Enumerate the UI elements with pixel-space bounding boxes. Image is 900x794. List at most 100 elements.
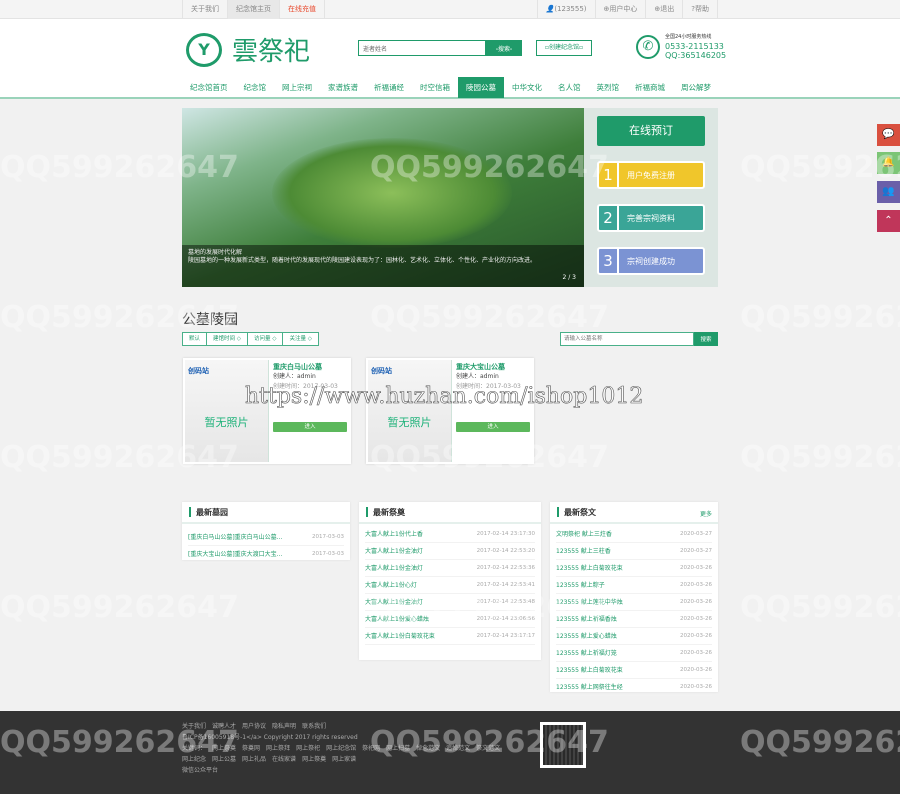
nav-item[interactable]: 祈福商城	[627, 77, 673, 98]
cemetery-title[interactable]: 重庆大宝山公墓	[456, 362, 530, 372]
cemetery-search-input[interactable]	[560, 332, 694, 346]
item-link[interactable]: 123555 献上白菊玫花束	[556, 560, 623, 576]
nav-item[interactable]: 网上宗祠	[274, 77, 320, 98]
list-item[interactable]: 大富人献上1份代上香 2017-02-14 23:17:30	[365, 526, 535, 543]
keyword-link[interactable]: 网上祭祀	[296, 745, 320, 752]
item-link[interactable]: 大富人献上1份金油灯	[365, 594, 423, 610]
sort-default[interactable]: 默认	[182, 332, 208, 346]
item-link[interactable]: 123555 献上祈福香烛	[556, 611, 617, 627]
sort-follows[interactable]: 关注量 ◇	[282, 332, 319, 346]
list-item[interactable]: 123555 献上祈福香烛 2020-03-26	[556, 611, 712, 628]
cemetery-card[interactable]: 创码站 暂无照片 重庆大宝山公墓 创建人：admin 创建时间：2017-03-03 进入	[366, 358, 534, 464]
nav-item[interactable]: 家谱族谱	[320, 77, 366, 98]
item-link[interactable]: 大富人献上1份金油灯	[365, 560, 423, 576]
nav-item[interactable]: 纪念馆首页	[182, 77, 236, 98]
logo[interactable]: Y 雲祭祀	[186, 31, 310, 68]
keyword-link[interactable]: 祭奠网	[242, 745, 260, 752]
nav-item[interactable]: 英烈馆	[589, 77, 628, 98]
keyword-link[interactable]: 网上扫墓	[386, 745, 410, 752]
footer-link[interactable]: 关于我们	[182, 723, 206, 730]
cemetery-title[interactable]: 重庆白马山公墓	[273, 362, 347, 372]
list-item[interactable]: 大富人献上1份心灯 2017-02-14 22:53:41	[365, 577, 535, 594]
qq-icon[interactable]: 🔔	[877, 152, 900, 174]
item-link[interactable]: 123555 献上三柱香	[556, 543, 611, 559]
keyword-link[interactable]: 祭文范文	[476, 745, 500, 752]
cemetery-search-button[interactable]: 搜索	[694, 332, 718, 346]
item-link[interactable]: 123555 献上白菊玫花束	[556, 662, 623, 678]
list-item[interactable]: 123555 献上祈福灯笼 2020-03-26	[556, 645, 712, 662]
user-link[interactable]: 👤(123555)	[536, 0, 596, 19]
item-link[interactable]: 123555 献上祈福灯笼	[556, 645, 617, 661]
back-to-top-icon[interactable]: ⌃	[877, 210, 900, 232]
cemetery-photo[interactable]: 创码站 暂无照片	[185, 360, 269, 462]
list-item[interactable]: 123555 献上爱心蜡烛 2020-03-26	[556, 628, 712, 645]
cemetery-photo[interactable]: 创码站 暂无照片	[368, 360, 452, 462]
sort-visits[interactable]: 访问量 ◇	[247, 332, 284, 346]
nav-item[interactable]: 名人馆	[550, 77, 589, 98]
keyword-link[interactable]: 网上纪念馆	[326, 745, 356, 752]
keyword-link[interactable]: 网上祭拜	[266, 745, 290, 752]
about-link[interactable]: 关于我们	[182, 0, 228, 19]
list-item[interactable]: 大富人献上1份金油灯 2017-02-14 22:53:48	[365, 594, 535, 611]
item-link[interactable]: 文明祭祀 献上三炷香	[556, 526, 612, 542]
enter-button[interactable]: 进入	[273, 422, 347, 432]
keyword-link[interactable]: 网上纪念	[182, 756, 206, 763]
nav-item[interactable]: 时空信箱	[412, 77, 458, 98]
item-link[interactable]: [重庆大宝山公墓]重庆大渡口大宝...	[188, 546, 282, 562]
help-link[interactable]: ?帮助	[683, 0, 718, 19]
footer-link[interactable]: 联系我们	[302, 723, 326, 730]
keyword-link[interactable]: 网上礼品	[242, 756, 266, 763]
keyword-link[interactable]: 网上公墓	[212, 756, 236, 763]
item-link[interactable]: 大富人献上1份心灯	[365, 577, 417, 593]
list-item[interactable]: [重庆白马山公墓]重庆白马山公墓... 2017-03-03	[188, 529, 344, 546]
item-link[interactable]: 大富人献上1份金油灯	[365, 543, 423, 559]
list-item[interactable]: 123555 献上三柱香 2020-03-27	[556, 543, 712, 560]
item-link[interactable]: [重庆白马山公墓]重庆白马山公墓...	[188, 529, 282, 545]
list-item[interactable]: 文明祭祀 献上三炷香 2020-03-27	[556, 526, 712, 543]
search-input[interactable]	[358, 40, 486, 56]
list-item[interactable]: 大富人献上1份金油灯 2017-02-14 22:53:36	[365, 560, 535, 577]
nav-item[interactable]: 陵园公墓	[458, 77, 504, 98]
sort-created[interactable]: 建馆时间 ◇	[206, 332, 248, 346]
enter-button[interactable]: 进入	[456, 422, 530, 432]
book-online-button[interactable]: 在线预订	[597, 116, 705, 146]
nav-item[interactable]: 祈福诵经	[366, 77, 412, 98]
footer-link[interactable]: 诚聘人才	[212, 723, 236, 730]
more-link[interactable]: 更多	[700, 509, 712, 518]
keyword-link[interactable]: 网上祭奠	[302, 756, 326, 763]
nav-item[interactable]: 中华文化	[504, 77, 550, 98]
list-item[interactable]: 大富人献上1份金油灯 2017-02-14 22:53:20	[365, 543, 535, 560]
nav-item[interactable]: 纪念馆	[236, 77, 275, 98]
item-link[interactable]: 大富人献上1份爱心蜡烛	[365, 611, 429, 627]
memorial-home-link[interactable]: 纪念馆主页	[228, 0, 280, 19]
keyword-link[interactable]: 网上家谱	[332, 756, 356, 763]
item-link[interactable]: 123555 献上网祭往生经	[556, 679, 623, 695]
footer-link[interactable]: 隐私声明	[272, 723, 296, 730]
item-link[interactable]: 大富人献上1份白菊玫花束	[365, 628, 435, 644]
recharge-link[interactable]: 在线充值	[280, 0, 325, 19]
item-link[interactable]: 123555 献上粽子	[556, 577, 605, 593]
create-memorial-button[interactable]: ▫创建纪念馆▫	[536, 40, 592, 56]
list-item[interactable]: 123555 献上粽子 2020-03-26	[556, 577, 712, 594]
chat-icon[interactable]: 💬	[877, 124, 900, 146]
keyword-link[interactable]: 悼念范文	[416, 745, 440, 752]
user-center-link[interactable]: ⊕用户中心	[596, 0, 647, 19]
item-link[interactable]: 123555 献上莲花中华烛	[556, 594, 623, 610]
list-item[interactable]: 123555 献上白菊玫花束 2020-03-26	[556, 662, 712, 679]
list-item[interactable]: 123555 献上莲花中华烛 2020-03-26	[556, 594, 712, 611]
banner-pager[interactable]: 2 / 3	[563, 274, 576, 281]
logout-link[interactable]: ⊕退出	[646, 0, 684, 19]
nav-item[interactable]: 周公解梦	[673, 77, 719, 98]
list-item[interactable]: 大富人献上1份白菊玫花束 2017-02-14 23:17:17	[365, 628, 535, 645]
footer-link[interactable]: 用户协议	[242, 723, 266, 730]
search-button[interactable]: ▫搜索▫	[486, 40, 522, 56]
list-item[interactable]: 大富人献上1份爱心蜡烛 2017-02-14 23:06:56	[365, 611, 535, 628]
keyword-link[interactable]: 祭祀网	[362, 745, 380, 752]
banner-slider[interactable]: 墓地的发展时代化解 陵园墓地的一种发展新式类型，随着时代的发展现代的陵园建设表现…	[182, 108, 584, 287]
users-icon[interactable]: 👥	[877, 181, 900, 203]
item-link[interactable]: 123555 献上爱心蜡烛	[556, 628, 617, 644]
item-link[interactable]: 大富人献上1份代上香	[365, 526, 423, 542]
keyword-link[interactable]: 网上祭奠	[212, 745, 236, 752]
list-item[interactable]: 123555 献上白菊玫花束 2020-03-26	[556, 560, 712, 577]
list-item[interactable]: [重庆大宝山公墓]重庆大渡口大宝... 2017-03-03	[188, 546, 344, 563]
